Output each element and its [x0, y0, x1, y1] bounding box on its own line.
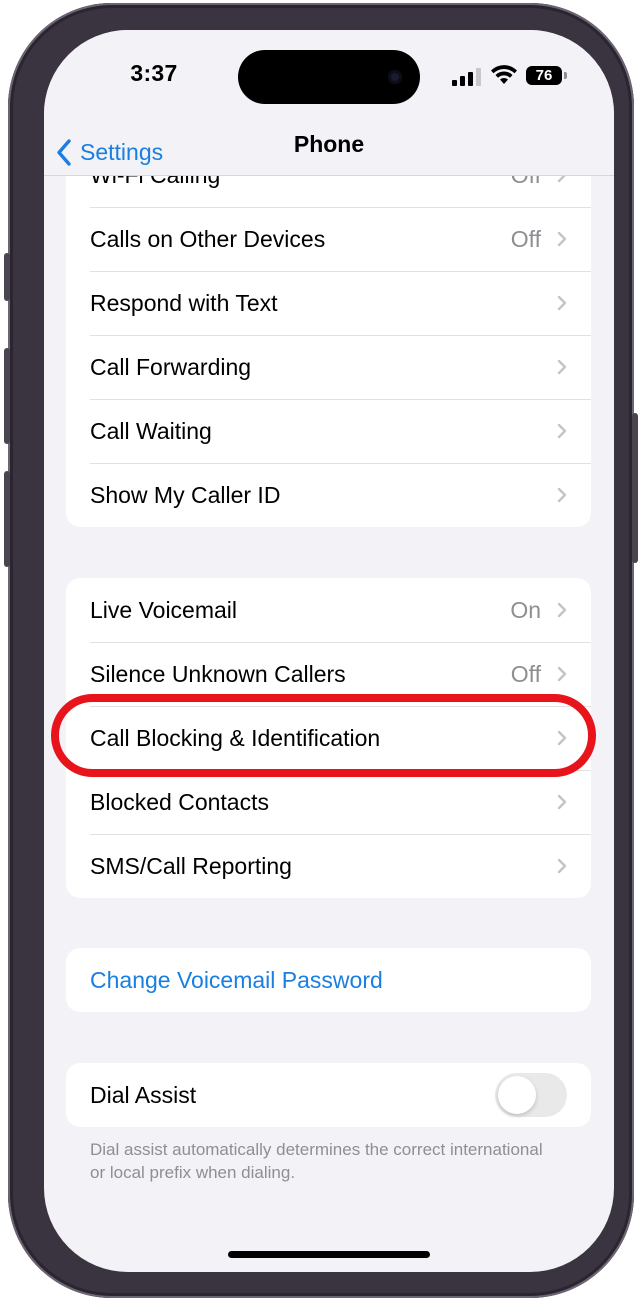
list-item-respond-with-text[interactable]: Respond with Text	[66, 271, 591, 335]
row-label: Show My Caller ID	[90, 481, 281, 508]
voicemail-password-group: Change Voicemail Password	[66, 948, 591, 1012]
calling-settings-group: Wi-Fi Calling Off Calls on Other Devices…	[66, 143, 591, 527]
list-item-live-voicemail[interactable]: Live Voicemail On	[66, 578, 591, 642]
home-indicator[interactable]	[228, 1251, 430, 1258]
chevron-right-icon	[557, 295, 567, 311]
chevron-right-icon	[557, 666, 567, 682]
dial-assist-footnote: Dial assist automatically determines the…	[90, 1140, 543, 1182]
voicemail-and-blocking-group: Live Voicemail On Silence Unknown Caller…	[66, 578, 591, 898]
row-value: On	[510, 597, 541, 623]
row-label: Silence Unknown Callers	[90, 660, 346, 687]
row-label: Blocked Contacts	[90, 788, 269, 815]
dynamic-island	[238, 50, 420, 104]
row-label: Live Voicemail	[90, 596, 238, 623]
row-value: Off	[510, 226, 541, 252]
back-button-label: Settings	[80, 139, 164, 165]
camera-icon	[388, 70, 402, 84]
side-power-button	[632, 413, 638, 563]
dial-assist-toggle[interactable]	[495, 1073, 567, 1117]
list-item-call-waiting[interactable]: Call Waiting	[66, 399, 591, 463]
back-button[interactable]: Settings	[56, 130, 163, 175]
cellular-signal-icon	[452, 68, 481, 86]
navigation-bar: Phone Settings	[44, 130, 614, 176]
chevron-right-icon	[557, 858, 567, 874]
volume-up-button	[4, 348, 10, 444]
row-label: Call Waiting	[90, 417, 212, 444]
toggle-knob	[498, 1076, 536, 1114]
change-voicemail-password-button[interactable]: Change Voicemail Password	[66, 948, 591, 1012]
chevron-right-icon	[557, 730, 567, 746]
battery-tip	[564, 72, 567, 79]
dial-assist-group: Dial Assist	[66, 1063, 591, 1127]
screen: 3:37 76 Phone Settings Calls on Other De…	[44, 30, 614, 1272]
chevron-right-icon	[557, 794, 567, 810]
status-time: 3:37	[130, 60, 178, 86]
list-item-call-forwarding[interactable]: Call Forwarding	[66, 335, 591, 399]
list-item-dial-assist: Dial Assist	[66, 1063, 591, 1127]
list-item-silence-unknown-callers[interactable]: Silence Unknown Callers Off	[66, 642, 591, 706]
row-value: Off	[510, 661, 541, 687]
status-bar: 3:37 76	[44, 30, 614, 130]
chevron-right-icon	[557, 487, 567, 503]
row-label: Dial Assist	[90, 1081, 197, 1108]
chevron-right-icon	[557, 602, 567, 618]
action-button	[4, 253, 10, 301]
list-item-call-blocking-identification[interactable]: Call Blocking & Identification	[66, 706, 591, 770]
battery-icon: 76	[526, 66, 562, 85]
phone-frame: 3:37 76 Phone Settings Calls on Other De…	[4, 3, 638, 1298]
row-label: SMS/Call Reporting	[90, 852, 292, 879]
volume-down-button	[4, 471, 10, 567]
row-label: Change Voicemail Password	[90, 966, 383, 993]
chevron-right-icon	[557, 359, 567, 375]
list-item-sms-call-reporting[interactable]: SMS/Call Reporting	[66, 834, 591, 898]
list-item-show-my-caller-id[interactable]: Show My Caller ID	[66, 463, 591, 527]
chevron-left-icon	[57, 139, 71, 166]
row-label: Call Blocking & Identification	[90, 724, 381, 751]
list-item-calls-on-other-devices[interactable]: Calls on Other Devices Off	[66, 207, 591, 271]
row-label: Call Forwarding	[90, 353, 252, 380]
row-label: Respond with Text	[90, 289, 278, 316]
chevron-right-icon	[557, 423, 567, 439]
chevron-right-icon	[557, 231, 567, 247]
list-item-blocked-contacts[interactable]: Blocked Contacts	[66, 770, 591, 834]
row-label: Calls on Other Devices	[90, 225, 326, 252]
wifi-icon	[491, 65, 517, 84]
